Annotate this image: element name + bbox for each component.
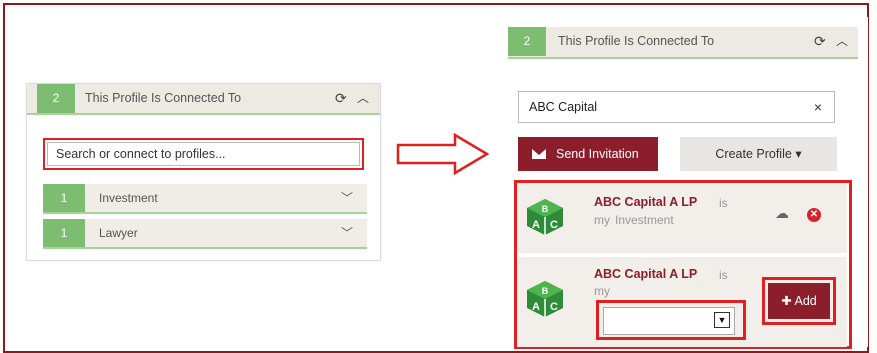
svg-text:A: A: [532, 301, 540, 313]
result-is: is: [719, 196, 728, 210]
send-invitation-button[interactable]: Send Invitation: [518, 137, 658, 171]
row-count: 1: [43, 184, 85, 212]
chevron-down-icon[interactable]: ﹀: [341, 184, 353, 212]
svg-text:B: B: [542, 286, 549, 296]
abc-blocks-logo-icon: B A C: [527, 281, 563, 317]
result-name[interactable]: ABC Capital A LP: [594, 267, 697, 281]
connections-panel-after: 2 This Profile Is Connected To ⟳ ︿ ABC C…: [496, 17, 868, 349]
caret-down-icon: ▾: [795, 147, 802, 161]
search-input[interactable]: ABC Capital ×: [518, 91, 835, 123]
chevron-up-icon[interactable]: ︿: [836, 27, 848, 56]
relation-select-highlight: ▼: [596, 300, 746, 340]
connections-panel-before: 2 This Profile Is Connected To ⟳ ︿ 1 Inv…: [26, 83, 381, 261]
abc-blocks-logo-icon: B A C: [527, 199, 563, 235]
remove-icon[interactable]: ✕: [807, 208, 821, 222]
result-my: my: [594, 213, 610, 227]
row-label: Lawyer: [99, 226, 138, 240]
relation-select[interactable]: ▼: [603, 307, 735, 335]
plus-icon: ✚: [781, 294, 792, 308]
arrow-right-icon: [396, 132, 490, 176]
result-relation: Investment: [615, 213, 674, 227]
panel-title: This Profile Is Connected To: [85, 91, 242, 105]
refresh-icon[interactable]: ⟳: [814, 27, 826, 56]
result-my: my: [594, 284, 610, 298]
envelope-icon: [532, 149, 546, 159]
svg-text:A: A: [532, 219, 540, 231]
svg-text:C: C: [550, 301, 558, 313]
search-value: ABC Capital: [529, 100, 598, 114]
cloud-download-icon[interactable]: ☁: [775, 205, 789, 222]
chevron-down-icon[interactable]: ▼: [714, 312, 730, 328]
chevron-down-icon[interactable]: ﹀: [341, 219, 353, 247]
panel-header: 2 This Profile Is Connected To ⟳ ︿: [27, 84, 380, 115]
result-name[interactable]: ABC Capital A LP: [594, 195, 697, 209]
panel-title: This Profile Is Connected To: [558, 34, 715, 48]
create-profile-label: Create Profile: [715, 147, 792, 161]
result-is: is: [719, 268, 728, 282]
send-invitation-label: Send Invitation: [556, 147, 639, 161]
search-input[interactable]: [47, 142, 360, 166]
add-button[interactable]: ✚ Add: [768, 283, 830, 319]
svg-text:B: B: [542, 204, 549, 214]
add-button-highlight: ✚ Add: [762, 277, 836, 325]
chevron-up-icon[interactable]: ︿: [357, 84, 369, 113]
connection-count-badge: 2: [37, 84, 75, 113]
refresh-icon[interactable]: ⟳: [335, 84, 347, 113]
row-label: Investment: [99, 191, 158, 205]
connection-row-investment[interactable]: 1 Investment ﹀: [43, 184, 367, 214]
result-card[interactable]: B A C ABC Capital A LP is my Investment …: [517, 183, 847, 253]
svg-text:C: C: [550, 219, 558, 231]
close-icon[interactable]: ×: [814, 92, 822, 122]
panel-header: 2 This Profile Is Connected To ⟳ ︿: [508, 27, 858, 59]
connection-row-lawyer[interactable]: 1 Lawyer ﹀: [43, 219, 367, 249]
row-count: 1: [43, 219, 85, 247]
search-highlight: [43, 138, 364, 170]
connection-count-badge: 2: [508, 27, 546, 56]
add-label: Add: [794, 294, 817, 308]
create-profile-button[interactable]: Create Profile ▾: [680, 137, 837, 171]
